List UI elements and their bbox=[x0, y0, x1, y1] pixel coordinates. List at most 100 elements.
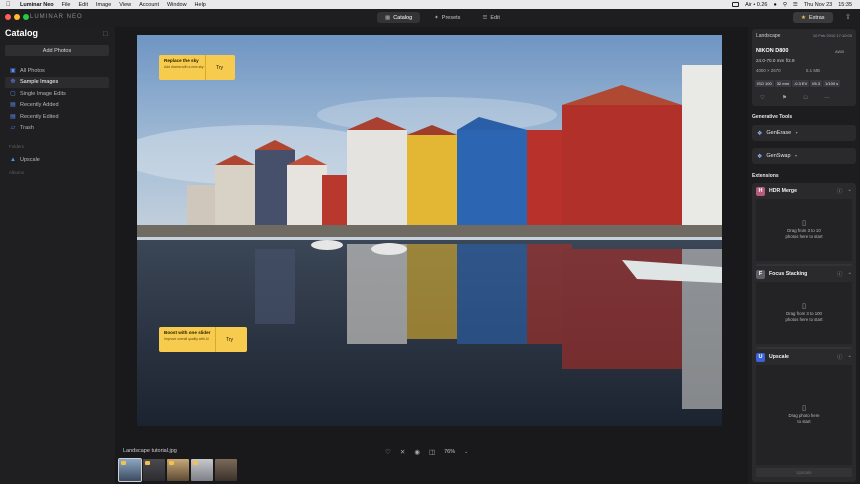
zoom-window-button[interactable] bbox=[23, 14, 29, 20]
sidebar-item-upscale[interactable]: ▲ Upscale bbox=[5, 154, 109, 166]
tab-presets[interactable]: ✦ Presets bbox=[426, 12, 468, 23]
generase-button[interactable]: ❖ GenErase ✦ bbox=[752, 125, 856, 141]
filmstrip-thumb[interactable] bbox=[118, 458, 142, 482]
flag-icon[interactable]: ⚑ bbox=[782, 95, 787, 101]
edit-icon: ☰ bbox=[482, 14, 488, 21]
extras-button[interactable]: ★ Extras bbox=[793, 12, 833, 23]
info-icon[interactable]: ⓘ bbox=[837, 187, 843, 195]
favorite-icon[interactable]: ♡ bbox=[385, 448, 391, 456]
filmstrip-thumb[interactable] bbox=[191, 459, 213, 481]
extension-header[interactable]: F Focus Stacking ⓘ ⌄ bbox=[752, 266, 856, 282]
extension-drop-zone[interactable]: ▯ Drag from 3 to 10 photos here to start bbox=[756, 199, 852, 261]
menu-account[interactable]: Account bbox=[139, 2, 159, 8]
genswap-icon: ❖ bbox=[757, 153, 763, 160]
zoom-level[interactable]: 76% bbox=[444, 449, 455, 455]
menu-image[interactable]: Image bbox=[96, 2, 111, 8]
tip-try-button[interactable]: Try bbox=[215, 327, 243, 352]
tab-catalog[interactable]: ▦ Catalog bbox=[377, 12, 421, 23]
sidebar-item-recently-added[interactable]: ▤ Recently Added bbox=[5, 100, 109, 112]
crop-icon[interactable]: □ bbox=[804, 95, 807, 101]
tab-edit-label: Edit bbox=[490, 14, 500, 21]
tab-edit[interactable]: ☰ Edit bbox=[474, 12, 507, 23]
network-status[interactable]: Air • 0.26 bbox=[745, 2, 767, 8]
extension-drop-zone[interactable]: ▯ Drag photo here to start bbox=[756, 365, 852, 465]
hdr-merge-icon: H bbox=[756, 186, 765, 196]
share-icon[interactable]: ⇧ bbox=[845, 13, 851, 21]
focus-stacking-icon: F bbox=[756, 269, 765, 279]
extension-focus-stacking: F Focus Stacking ⓘ ⌄ ▯ Drag from 3 to 10… bbox=[752, 266, 856, 360]
eye-icon[interactable]: ◉ bbox=[414, 448, 420, 456]
battery-icon[interactable] bbox=[732, 2, 740, 7]
info-icon[interactable]: ⓘ bbox=[837, 353, 843, 361]
tip-subtitle: Add drama with a new sky bbox=[164, 65, 204, 69]
chevron-down-icon[interactable]: ⌄ bbox=[847, 187, 852, 195]
menu-edit[interactable]: Edit bbox=[79, 2, 88, 8]
filmstrip bbox=[118, 458, 237, 482]
control-center-icon[interactable]: ☰ bbox=[793, 2, 798, 8]
add-photos-button[interactable]: Add Photos bbox=[5, 45, 109, 56]
close-window-button[interactable] bbox=[5, 14, 11, 20]
menubar-date[interactable]: Thu Nov 23 bbox=[804, 2, 832, 8]
extension-upscale: U Upscale ⓘ ⌄ ▯ Drag photo here to start… bbox=[752, 349, 856, 482]
reject-icon[interactable]: ✕ bbox=[400, 448, 405, 456]
filmstrip-thumb[interactable] bbox=[167, 459, 189, 481]
extension-header[interactable]: H HDR Merge ⓘ ⌄ bbox=[752, 183, 856, 199]
info-actions: ♡ ⚑ □ ⋯ bbox=[760, 95, 830, 101]
search-icon[interactable]: ⚲ bbox=[783, 2, 787, 8]
heart-icon[interactable]: ♡ bbox=[760, 95, 765, 101]
extras-star-icon: ★ bbox=[801, 14, 806, 21]
menu-window[interactable]: Window bbox=[167, 2, 187, 8]
filmstrip-thumb[interactable] bbox=[215, 459, 237, 481]
genswap-button[interactable]: ❖ GenSwap ✦ bbox=[752, 148, 856, 164]
chevron-down-icon[interactable]: ⌄ bbox=[847, 353, 852, 361]
tip-replace-sky: Replace the sky Add drama with a new sky… bbox=[159, 55, 235, 80]
menu-app-name[interactable]: Luminar Neo bbox=[20, 2, 54, 8]
exif-ev: -0.3 EV bbox=[791, 80, 810, 87]
edited-badge-icon bbox=[193, 461, 198, 465]
sidebar-item-label: Upscale bbox=[20, 156, 40, 163]
extension-controls: ⓘ ⌄ bbox=[837, 187, 852, 195]
tip-try-button[interactable]: Try bbox=[205, 55, 233, 80]
genswap-label: GenSwap bbox=[766, 153, 791, 159]
sidebar-item-all-photos[interactable]: ▣ All Photos bbox=[5, 65, 109, 77]
menu-view[interactable]: View bbox=[119, 2, 131, 8]
sidebar-collapse-icon[interactable]: □ bbox=[103, 29, 108, 38]
chevron-down-icon[interactable]: ⌄ bbox=[464, 449, 468, 455]
recent-edited-icon: ▤ bbox=[10, 113, 16, 120]
current-filename: Landscape tutorial.jpg bbox=[123, 448, 177, 454]
chevron-down-icon[interactable]: ⌄ bbox=[847, 270, 852, 278]
menu-file[interactable]: File bbox=[62, 2, 71, 8]
edited-badge-icon bbox=[145, 461, 150, 465]
extension-header[interactable]: U Upscale ⓘ ⌄ bbox=[752, 349, 856, 365]
minimize-window-button[interactable] bbox=[14, 14, 20, 20]
tab-presets-label: Presets bbox=[441, 14, 461, 21]
info-icon[interactable]: ⓘ bbox=[837, 270, 843, 278]
generase-icon: ❖ bbox=[757, 130, 763, 137]
upscale-button[interactable]: Upscale bbox=[756, 468, 852, 477]
menubar-time[interactable]: 15:35 bbox=[838, 2, 852, 8]
tip-subtitle: Improve overall quality with AI bbox=[164, 337, 209, 341]
exif-strip: ISO 100 32 mm -0.3 EV f/6.3 1/100 s bbox=[755, 80, 841, 87]
sidebar-item-sample-images[interactable]: ❉ Sample Images bbox=[5, 76, 109, 88]
extension-drop-zone[interactable]: ▯ Drag from 3 to 100 photos here to star… bbox=[756, 282, 852, 344]
wifi-icon[interactable]: ● bbox=[774, 2, 777, 8]
apple-icon[interactable]:  bbox=[6, 2, 14, 8]
sidebar-item-single-image-edits[interactable]: ▢ Single Image Edits bbox=[5, 88, 109, 100]
menu-help[interactable]: Help bbox=[195, 2, 206, 8]
info-dimensions: 4000 × 2670 bbox=[756, 68, 781, 73]
sidebar-item-recently-edited[interactable]: ▤ Recently Edited bbox=[5, 111, 109, 123]
more-icon[interactable]: ⋯ bbox=[824, 95, 830, 101]
presets-icon: ✦ bbox=[434, 14, 439, 21]
right-panel: Landscape 10 Feb 2010 17:10:00 NIKON D80… bbox=[748, 27, 860, 484]
upscale-icon: U bbox=[756, 352, 765, 362]
tab-catalog-label: Catalog bbox=[393, 14, 413, 21]
drop-photos-icon: ▯ bbox=[802, 220, 806, 228]
viewer-toolbar: ♡ ✕ ◉ ◫ 76% ⌄ bbox=[385, 448, 468, 456]
tip-text: Replace the sky Add drama with a new sky bbox=[159, 55, 205, 80]
photo-preview[interactable]: Replace the sky Add drama with a new sky… bbox=[137, 35, 722, 426]
sidebar-item-trash[interactable]: ▱ Trash bbox=[5, 123, 109, 135]
ai-sparkle-icon: ✦ bbox=[794, 154, 798, 158]
filmstrip-thumb[interactable] bbox=[143, 459, 165, 481]
compare-icon[interactable]: ◫ bbox=[429, 448, 435, 456]
single-edit-icon: ▢ bbox=[10, 90, 16, 97]
